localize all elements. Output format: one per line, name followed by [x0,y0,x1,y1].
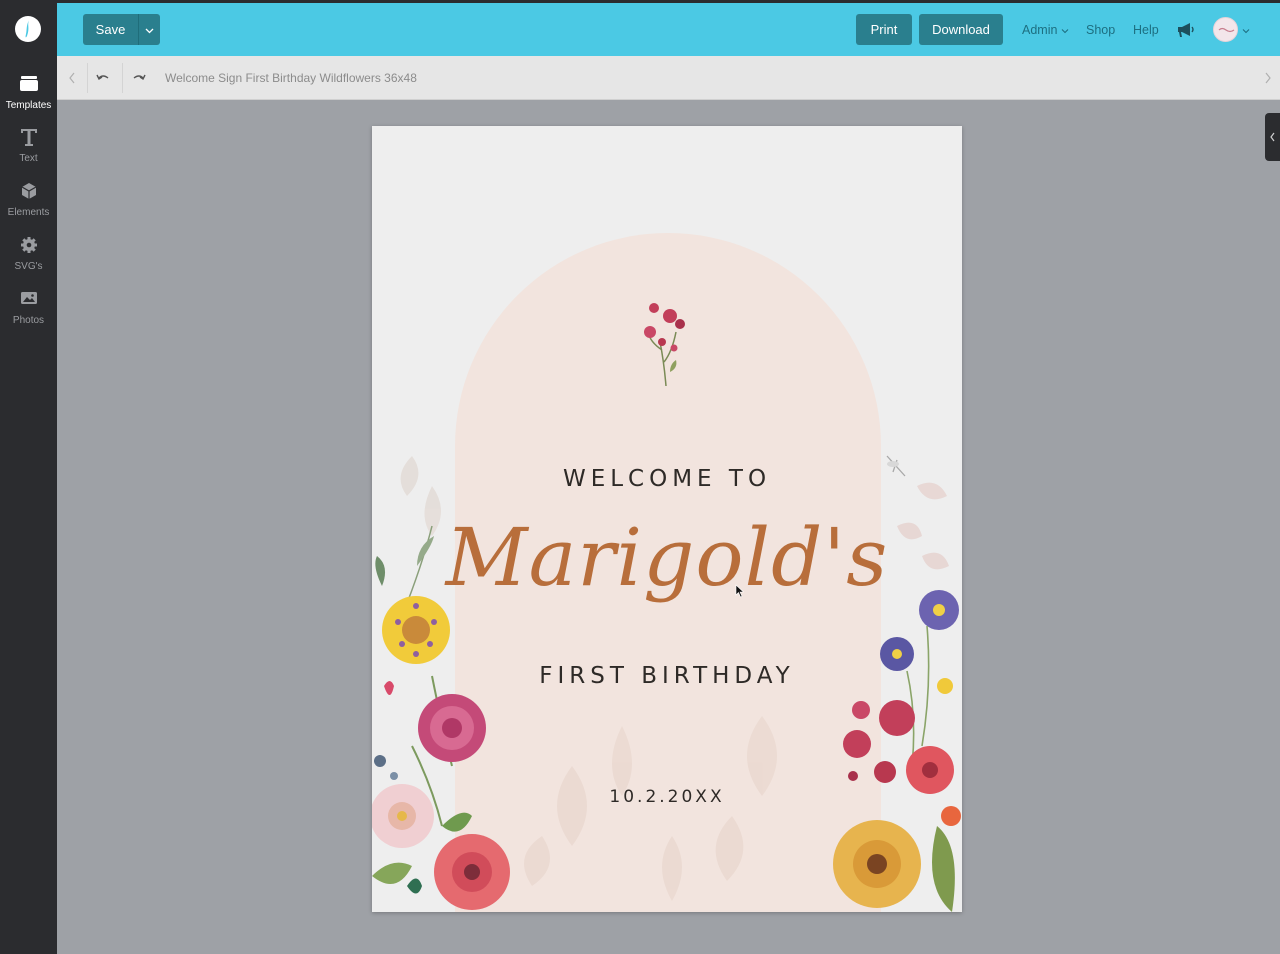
sidebar-item-label: Elements [7,207,50,218]
mouse-cursor-icon [735,584,745,598]
photo-icon [0,289,57,313]
redo-icon[interactable] [124,63,154,93]
sidebar-item-svgs[interactable]: SVG's [0,229,57,279]
templates-icon [0,74,57,98]
chevron-right-icon[interactable] [1253,63,1280,93]
top-bar: Save Print Download Admin Shop Help [57,0,1280,56]
left-rail: Templates Text Elements SVG's Photos [0,0,57,954]
sidebar-item-photos[interactable]: Photos [0,283,57,333]
shop-link[interactable]: Shop [1086,23,1115,37]
sidebar-item-label: SVG's [14,261,43,272]
cube-icon [0,181,57,205]
admin-label: Admin [1022,23,1058,37]
name-text[interactable]: Marigold's [372,511,962,604]
print-button[interactable]: Print [856,14,912,45]
save-group: Save [83,14,160,45]
sidebar-item-label: Text [19,153,38,164]
chevron-down-icon [145,22,154,37]
birthday-text[interactable]: FIRST BIRTHDAY [372,663,962,689]
save-button[interactable]: Save [83,14,138,45]
document-toolbar: Welcome Sign First Birthday Wildflowers … [57,56,1280,100]
app-logo-icon[interactable] [15,16,41,42]
save-options-button[interactable] [138,14,160,45]
text-icon [0,127,57,151]
gear-icon [0,235,57,259]
avatar[interactable] [1213,17,1238,42]
download-button[interactable]: Download [919,14,1003,45]
panel-collapse-tab[interactable] [1265,113,1280,161]
sidebar-item-text[interactable]: Text [0,121,57,171]
date-text[interactable]: 10.2.20XX [372,787,962,807]
admin-menu[interactable]: Admin [1022,23,1069,37]
document-title[interactable]: Welcome Sign First Birthday Wildflowers … [165,71,417,85]
chevron-down-icon[interactable] [1241,23,1251,34]
sidebar-item-elements[interactable]: Elements [0,175,57,225]
divider [122,63,123,93]
chevron-down-icon [1061,23,1069,37]
sidebar-item-label: Templates [5,100,52,111]
flower-sprig-decoration [644,303,685,387]
megaphone-icon[interactable] [1176,21,1196,39]
chevron-left-icon[interactable] [57,63,87,93]
design-canvas[interactable]: WELCOME TO Marigold's FIRST BIRTHDAY 10.… [372,126,962,912]
welcome-text[interactable]: WELCOME TO [372,466,962,492]
help-link[interactable]: Help [1133,23,1159,37]
sidebar-item-templates[interactable]: Templates [0,68,57,118]
undo-icon[interactable] [88,63,118,93]
chevron-left-icon [1265,132,1280,165]
sidebar-item-label: Photos [12,315,45,326]
